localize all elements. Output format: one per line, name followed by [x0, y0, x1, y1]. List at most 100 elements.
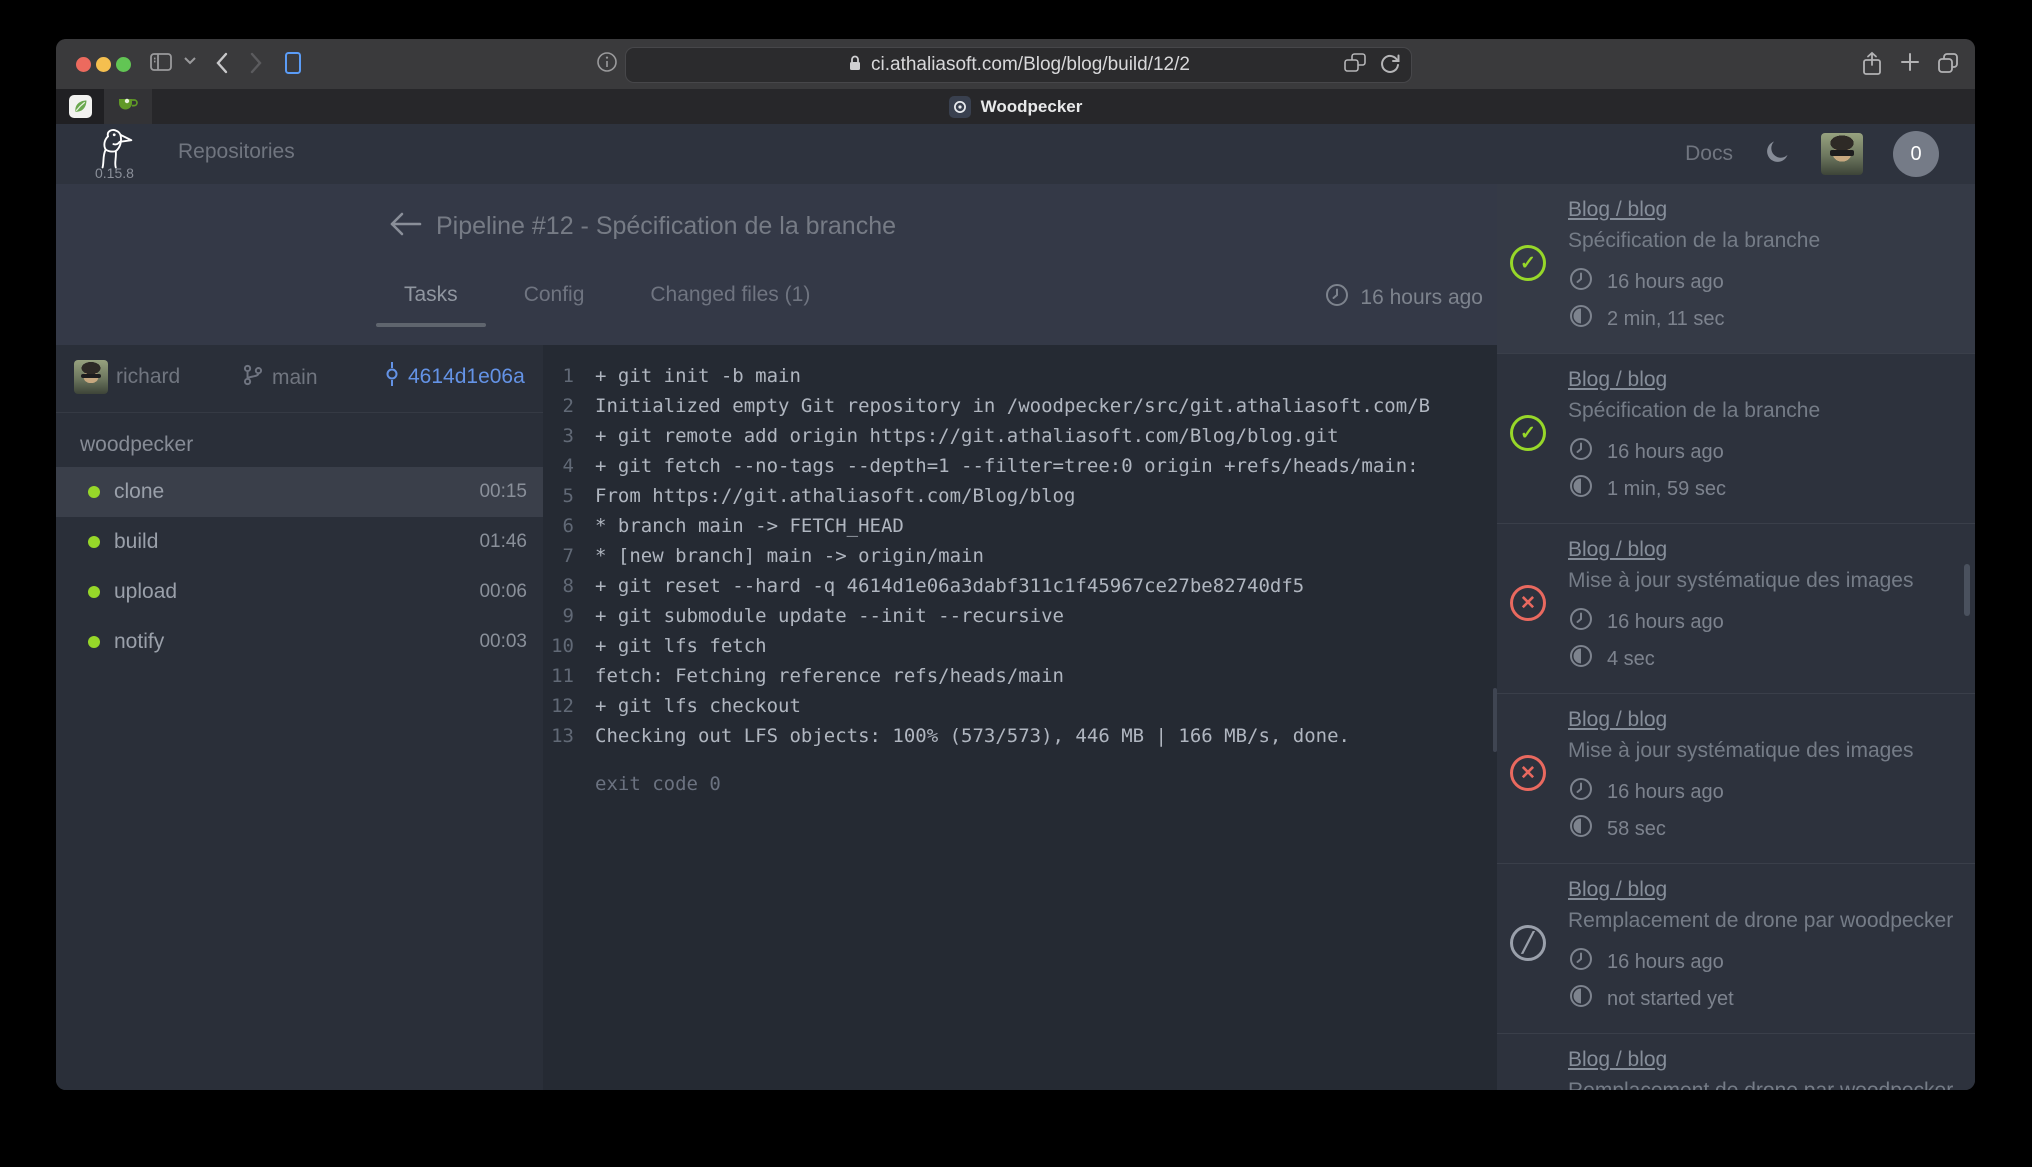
pipeline-status-icon	[1510, 755, 1546, 791]
time-row: 16 hours ago	[1568, 776, 1959, 808]
line-number: 13	[543, 721, 574, 751]
translate-icon[interactable]	[1343, 52, 1367, 79]
line-text: + git fetch --no-tags --depth=1 --filter…	[595, 451, 1419, 481]
repo-link[interactable]: Blog / blog	[1568, 878, 1667, 902]
sidebar-toggle-icon[interactable]	[149, 51, 173, 73]
forward-button[interactable]	[248, 51, 264, 75]
line-number: 7	[543, 541, 574, 571]
line-number: 6	[543, 511, 574, 541]
step-name: build	[114, 530, 479, 554]
time-text: 16 hours ago	[1607, 611, 1724, 634]
active-tab[interactable]: Woodpecker	[356, 89, 1675, 124]
line-text: + git submodule update --init --recursiv…	[595, 601, 1064, 631]
pipeline-card[interactable]: Blog / blog Remplacement de drone par wo…	[1497, 1034, 1975, 1090]
pipeline-card[interactable]: Blog / blog Mise à jour systématique des…	[1497, 524, 1975, 694]
tab-title: Woodpecker	[981, 97, 1083, 117]
line-number: 12	[543, 691, 574, 721]
address-bar[interactable]: ci.athaliasoft.com/Blog/blog/build/12/2	[625, 47, 1412, 83]
commit-message: Remplacement de drone par woodpecker	[1568, 909, 1959, 933]
step-row[interactable]: build 01:46	[56, 517, 543, 567]
back-arrow-icon[interactable]	[386, 204, 426, 244]
clock-icon	[1568, 266, 1594, 298]
zoom-window-button[interactable]	[116, 57, 131, 72]
duration-row: 2 min, 11 sec	[1568, 303, 1959, 335]
pipeline-card[interactable]: Blog / blog Spécification de la branche …	[1497, 354, 1975, 524]
share-icon[interactable]	[1861, 51, 1883, 77]
reload-icon[interactable]	[1379, 52, 1401, 79]
tab-overview-icon[interactable]	[1936, 51, 1960, 75]
step-name: notify	[114, 630, 479, 654]
info-icon[interactable]	[596, 51, 618, 73]
line-text: + git lfs fetch	[595, 631, 767, 661]
commit-link[interactable]: 4614d1e06a	[384, 360, 525, 394]
pipeline-tab[interactable]: Changed files (1)	[622, 277, 838, 313]
duration-text: 4 sec	[1607, 648, 1655, 671]
exit-code: exit code 0	[595, 769, 1497, 799]
step-row[interactable]: upload 00:06	[56, 567, 543, 617]
repo-link[interactable]: Blog / blog	[1568, 1048, 1667, 1072]
repo-link[interactable]: Blog / blog	[1568, 368, 1667, 392]
author-name: richard	[116, 365, 180, 389]
console-line: 4 + git fetch --no-tags --depth=1 --filt…	[543, 451, 1497, 481]
woodpecker-app: 0.15.8 Repositories Docs 0	[56, 124, 1975, 1090]
pipeline-tab[interactable]: Config	[496, 277, 613, 313]
repo-link[interactable]: Blog / blog	[1568, 708, 1667, 732]
new-tab-icon[interactable]	[1899, 51, 1921, 73]
pinned-tab-leaf[interactable]	[56, 89, 104, 124]
console-line: 10 + git lfs fetch	[543, 631, 1497, 661]
line-text: + git reset --hard -q 4614d1e06a3dabf311…	[595, 571, 1304, 601]
nav-docs[interactable]: Docs	[1685, 142, 1733, 166]
line-text: Initialized empty Git repository in /woo…	[595, 391, 1430, 421]
duration-text: 58 sec	[1607, 818, 1666, 841]
browser-titlebar: ci.athaliasoft.com/Blog/blog/build/12/2	[56, 39, 1975, 89]
workflow-group-label: woodpecker	[56, 413, 543, 467]
sidebar-scrollbar[interactable]	[1964, 564, 1970, 616]
clock-icon	[1568, 606, 1594, 638]
nav-repositories[interactable]: Repositories	[178, 140, 295, 164]
back-button[interactable]	[214, 51, 230, 75]
pinned-tab-teacup[interactable]	[104, 89, 152, 124]
close-window-button[interactable]	[76, 57, 91, 72]
user-avatar[interactable]	[1821, 133, 1863, 175]
console-lines: 1 + git init -b main 2 Initialized empty…	[543, 361, 1497, 751]
duration-icon	[1568, 813, 1594, 845]
step-row[interactable]: clone 00:15	[56, 467, 543, 517]
notification-badge[interactable]: 0	[1893, 131, 1939, 177]
branch-name: main	[272, 366, 318, 390]
pipeline-tabs: Tasks Config Changed files (1)	[376, 277, 848, 313]
commit-sha: 4614d1e06a	[408, 365, 525, 389]
step-row[interactable]: notify 00:03	[56, 617, 543, 667]
repo-link[interactable]: Blog / blog	[1568, 198, 1667, 222]
line-text: + git lfs checkout	[595, 691, 801, 721]
line-text: + git init -b main	[595, 361, 801, 391]
steps-panel: richard main	[56, 345, 543, 1090]
minimize-window-button[interactable]	[96, 57, 111, 72]
lock-icon	[847, 54, 863, 77]
repo-link[interactable]: Blog / blog	[1568, 538, 1667, 562]
line-text: * [new branch] main -> origin/main	[595, 541, 984, 571]
line-number: 2	[543, 391, 574, 421]
pipeline-header: Pipeline #12 - Spécification de la branc…	[56, 184, 1497, 345]
commit-message: Mise à jour systématique des images	[1568, 739, 1959, 763]
duration-row: 58 sec	[1568, 813, 1959, 845]
step-status-dot	[88, 486, 100, 498]
pipeline-card[interactable]: Blog / blog Remplacement de drone par wo…	[1497, 864, 1975, 1034]
line-number: 10	[543, 631, 574, 661]
console-line: 6 * branch main -> FETCH_HEAD	[543, 511, 1497, 541]
time-text: 16 hours ago	[1607, 441, 1724, 464]
dark-mode-moon-icon[interactable]	[1763, 138, 1791, 171]
duration-row: not started yet	[1568, 983, 1959, 1015]
pipeline-card[interactable]: Blog / blog Mise à jour systématique des…	[1497, 694, 1975, 864]
pipeline-card[interactable]: Blog / blog Spécification de la branche …	[1497, 184, 1975, 354]
console-line: 9 + git submodule update --init --recurs…	[543, 601, 1497, 631]
reading-list-icon[interactable]	[283, 51, 303, 75]
pipeline-title: Pipeline #12 - Spécification de la branc…	[436, 212, 896, 241]
commit-message: Mise à jour systématique des images	[1568, 569, 1959, 593]
pipeline-tab[interactable]: Tasks	[376, 277, 486, 313]
duration-icon	[1568, 473, 1594, 505]
step-status-dot	[88, 636, 100, 648]
duration-icon	[1568, 983, 1594, 1015]
pipeline-status-icon	[1510, 925, 1546, 961]
console-line: 7 * [new branch] main -> origin/main	[543, 541, 1497, 571]
chevron-down-icon[interactable]	[183, 56, 197, 66]
